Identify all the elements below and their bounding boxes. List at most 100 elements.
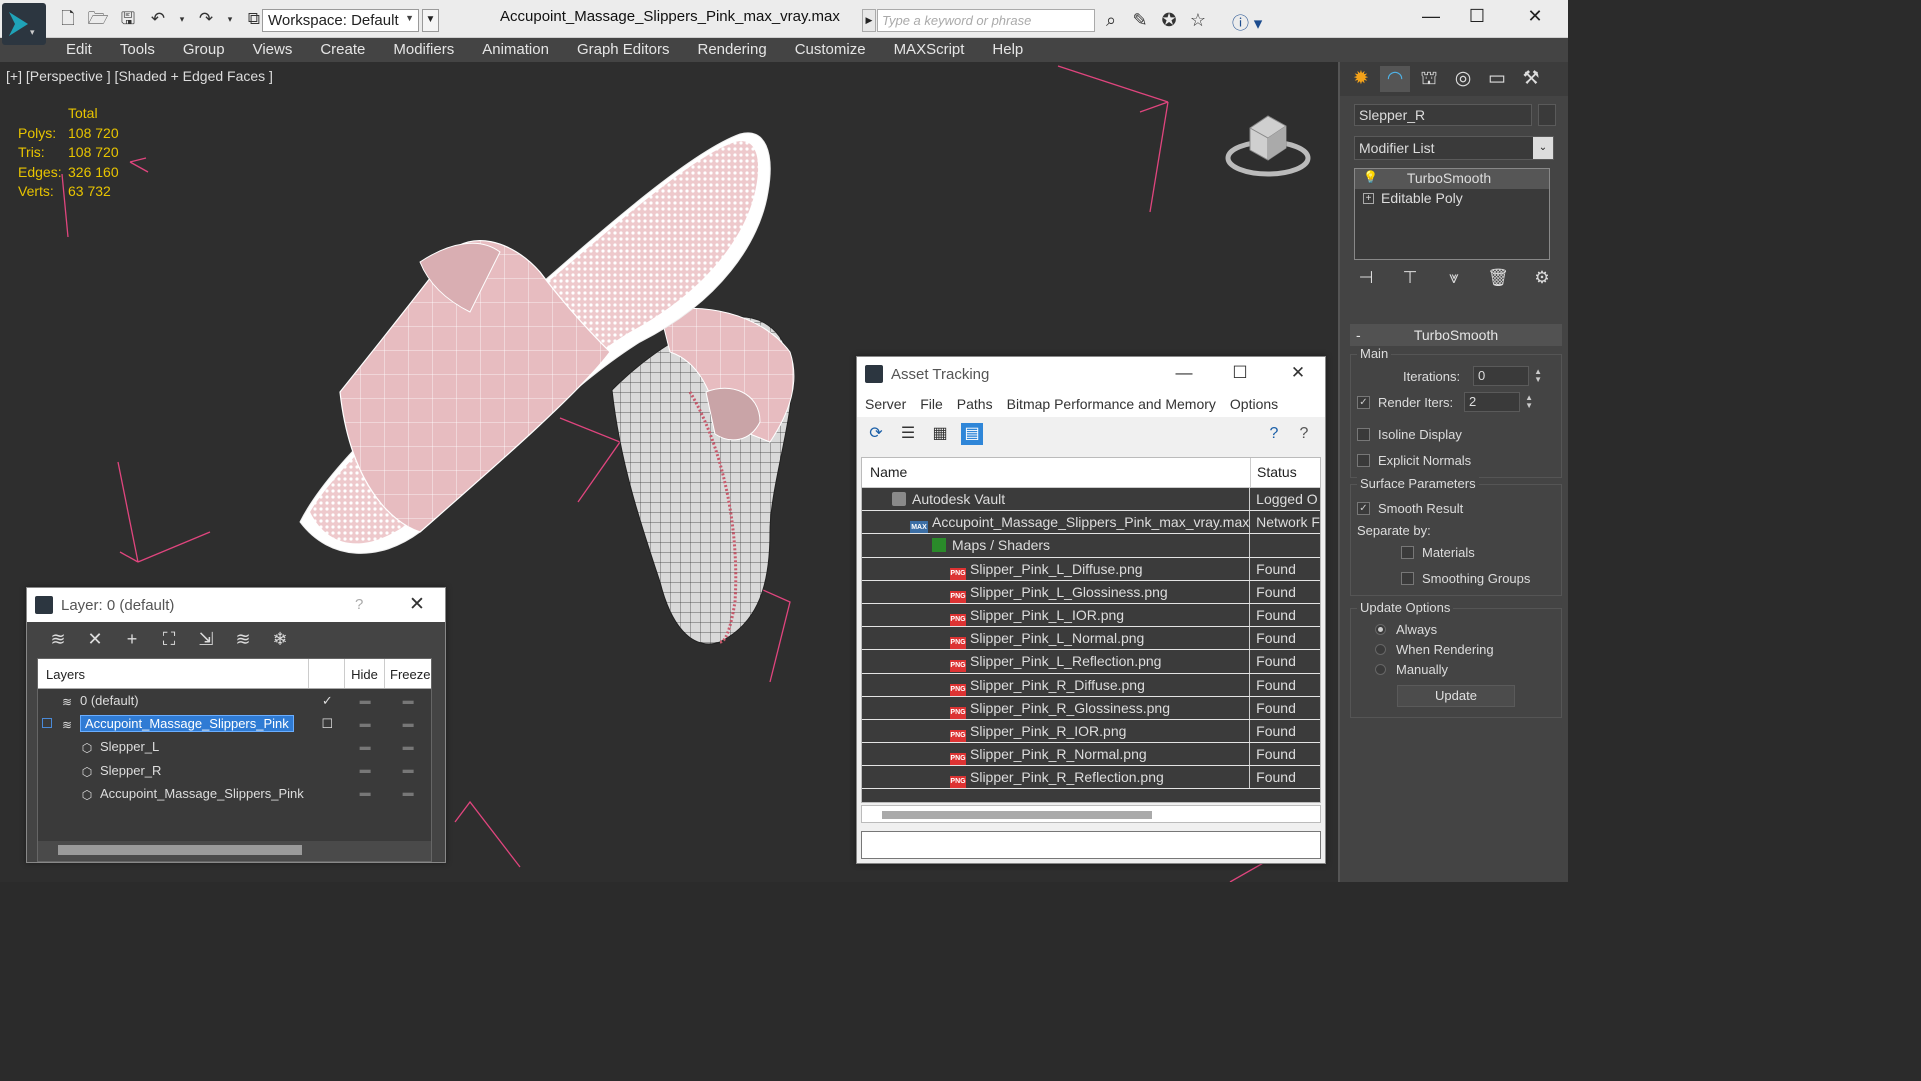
current-layer-toggle[interactable]: ☐ (309, 716, 345, 732)
column-layers[interactable]: Layers (38, 659, 310, 688)
freeze-toggle[interactable]: ▬ (385, 764, 431, 776)
help-icon[interactable]: ? (1263, 423, 1285, 445)
configure-modifier-sets-icon[interactable]: ⚙ (1530, 268, 1554, 292)
modifier-list-dropdown[interactable]: Modifier List ⌄ (1354, 136, 1554, 160)
asset-tracking-titlebar[interactable]: Asset Tracking — ☐ ✕ (857, 357, 1325, 391)
materials-checkbox[interactable] (1401, 545, 1414, 559)
hide-toggle[interactable]: ▬ (345, 787, 385, 799)
smooth-result-checkbox[interactable]: ✓ (1357, 501, 1370, 515)
menu-file[interactable]: File (920, 396, 943, 412)
hide-toggle[interactable]: ▬ (345, 718, 385, 730)
menu-group[interactable]: Group (169, 38, 239, 62)
asset-row[interactable]: MAX Accupoint_Massage_Slippers_Pink_max_v… (862, 511, 1320, 535)
lightbulb-icon[interactable]: 💡 (1363, 170, 1378, 184)
asset-row[interactable]: PNG Slipper_Pink_L_IOR.png Found (862, 603, 1320, 628)
asset-row[interactable]: Maps / Shaders (862, 534, 1320, 558)
object-row[interactable]: ⬡ Slepper_L ▬ ▬ (38, 735, 431, 758)
refresh-icon[interactable]: ⟳ (865, 423, 887, 445)
motion-tab-icon[interactable]: ◎ (1448, 66, 1478, 92)
hide-toggle[interactable]: ▬ (345, 741, 385, 753)
binoculars-icon[interactable]: ⌕ (1100, 9, 1122, 31)
favorites-star-icon[interactable]: ☆ (1187, 9, 1209, 31)
menu-modifiers[interactable]: Modifiers (379, 38, 468, 62)
freeze-all-icon[interactable]: ❄ (269, 628, 291, 650)
minimize-button[interactable]: — (1416, 6, 1446, 28)
add-to-layer-icon[interactable]: + (121, 628, 143, 650)
scrollbar-thumb[interactable] (58, 845, 302, 855)
column-status[interactable]: Status (1251, 458, 1303, 487)
asset-row[interactable]: PNG Slipper_Pink_L_Glossiness.png Found (862, 580, 1320, 604)
rollout-header[interactable]: - TurboSmooth (1350, 324, 1562, 346)
layer-row[interactable]: ≋ 0 (default) ✓ ▬ ▬ (38, 689, 431, 712)
stack-item-editable-poly[interactable]: + Editable Poly (1355, 189, 1549, 209)
column-name[interactable]: Name (862, 458, 1251, 487)
freeze-toggle[interactable]: ▬ (385, 695, 431, 707)
display-tab-icon[interactable]: ▭ (1482, 66, 1512, 92)
render-iters-checkbox[interactable]: ✓ (1357, 395, 1370, 409)
isoline-display-checkbox[interactable] (1357, 427, 1370, 441)
new-file-icon[interactable]: 🗋 (56, 8, 80, 30)
redo-dropdown-icon[interactable]: ▾ (224, 8, 236, 30)
explicit-normals-checkbox[interactable] (1357, 453, 1370, 467)
asset-row[interactable]: PNG Slipper_Pink_R_IOR.png Found (862, 719, 1320, 744)
close-button[interactable]: ✕ (1520, 6, 1550, 28)
iterations-spinner[interactable]: 0 ▲ ▼ (1473, 366, 1542, 386)
utilities-tab-icon[interactable]: ⚒ (1516, 66, 1546, 92)
layer-row[interactable]: ≋ Accupoint_Massage_Slippers_Pink ☐ ▬ ▬ (38, 712, 431, 735)
hide-all-icon[interactable]: ≋ (232, 628, 254, 650)
viewcube-icon[interactable] (1222, 102, 1314, 182)
pin-stack-icon[interactable]: ⊣ (1354, 268, 1378, 292)
always-radio[interactable] (1375, 623, 1386, 635)
object-row[interactable]: ⬡ Accupoint_Massage_Slippers_Pink ▬ ▬ (38, 782, 431, 805)
help-icon[interactable]: ⓘ ▾ (1232, 9, 1268, 33)
when-rendering-radio[interactable] (1375, 643, 1386, 655)
search-expand-button[interactable]: ▶ (862, 9, 876, 32)
menu-create[interactable]: Create (306, 38, 379, 62)
menu-bitmap-performance[interactable]: Bitmap Performance and Memory (1007, 396, 1216, 412)
menu-options[interactable]: Options (1230, 396, 1278, 412)
menu-views[interactable]: Views (239, 38, 307, 62)
help-button[interactable]: ? (355, 596, 363, 613)
make-unique-icon[interactable]: ⩔ (1442, 268, 1466, 292)
freeze-toggle[interactable]: ▬ (385, 787, 431, 799)
thumbnail-view-icon[interactable]: ▦ (929, 423, 951, 445)
render-iters-spinner[interactable]: 2 ▲ ▼ (1464, 392, 1533, 412)
list-view-icon[interactable]: ☰ (897, 423, 919, 445)
select-objects-icon[interactable]: ⛶ (158, 628, 180, 650)
menu-paths[interactable]: Paths (957, 396, 993, 412)
table-view-icon[interactable]: ▤ (961, 423, 983, 445)
menu-edit[interactable]: Edit (48, 38, 106, 62)
menu-server[interactable]: Server (865, 396, 906, 412)
redo-icon[interactable]: ↷ (194, 8, 218, 30)
scrollbar-thumb[interactable] (882, 811, 1152, 819)
communication-icon[interactable]: ✪ (1158, 9, 1180, 31)
asset-row[interactable]: PNG Slipper_Pink_L_Reflection.png Found (862, 650, 1320, 674)
menu-animation[interactable]: Animation (468, 38, 563, 62)
hide-toggle[interactable]: ▬ (345, 764, 385, 776)
open-file-icon[interactable]: 🗁 (86, 8, 110, 30)
asset-row[interactable]: PNG Slipper_Pink_R_Glossiness.png Found (862, 696, 1320, 720)
modify-tab-icon[interactable]: ◠ (1380, 66, 1410, 92)
workspace-dropdown[interactable]: Workspace: Default ▼ (262, 9, 419, 32)
object-name-field[interactable]: Slepper_R (1354, 104, 1532, 126)
menu-help[interactable]: Help (978, 38, 1037, 62)
minimize-button[interactable]: — (1169, 363, 1199, 383)
update-button[interactable]: Update (1397, 685, 1515, 707)
smoothing-groups-checkbox[interactable] (1401, 571, 1414, 585)
app-logo-button[interactable]: ▾ (2, 3, 46, 45)
search-input[interactable]: Type a keyword or phrase (877, 9, 1095, 32)
close-button[interactable]: ✕ (1283, 363, 1313, 383)
tools-icon[interactable]: ✎ (1129, 9, 1151, 31)
workspace-menu-button[interactable]: ▼ (422, 9, 439, 32)
show-end-result-icon[interactable]: ⊤ (1398, 268, 1422, 292)
expand-plus-icon[interactable]: + (1363, 193, 1374, 204)
maximize-button[interactable]: ☐ (1462, 6, 1492, 28)
menu-maxscript[interactable]: MAXScript (880, 38, 979, 62)
asset-row[interactable]: PNG Slipper_Pink_R_Diffuse.png Found (862, 673, 1320, 697)
asset-row[interactable]: PNG Slipper_Pink_L_Diffuse.png Found (862, 557, 1320, 581)
asset-row[interactable]: PNG Slipper_Pink_R_Reflection.png Found (862, 766, 1320, 790)
collapse-minus-icon[interactable] (42, 718, 52, 729)
freeze-toggle[interactable]: ▬ (385, 741, 431, 753)
menu-rendering[interactable]: Rendering (683, 38, 780, 62)
undo-icon[interactable]: ↶ (146, 8, 170, 30)
